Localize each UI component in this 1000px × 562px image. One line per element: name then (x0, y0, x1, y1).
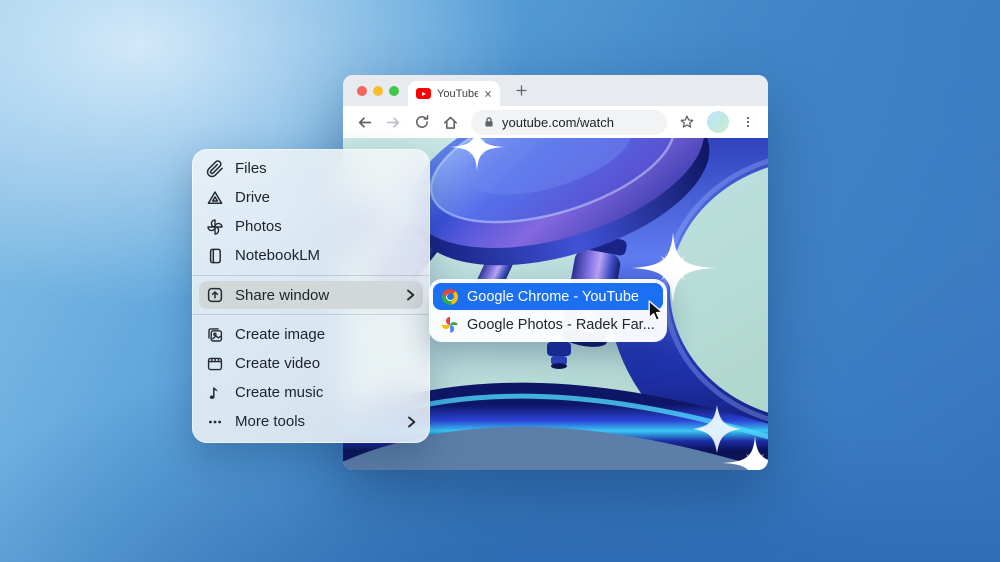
menu-item-label: Share window (235, 287, 329, 304)
menu-item-photos[interactable]: Photos (192, 212, 430, 241)
notebook-icon (205, 246, 224, 265)
menu-item-drive[interactable]: Drive (192, 183, 430, 212)
chevron-right-icon (405, 288, 415, 302)
fullscreen-window-button[interactable] (389, 86, 399, 96)
menu-item-label: Photos (235, 218, 282, 235)
menu-divider (192, 314, 430, 315)
submenu-item-label: Google Chrome - YouTube (467, 289, 639, 305)
bookmark-star-icon[interactable] (679, 114, 695, 130)
menu-item-label: Create video (235, 355, 320, 372)
create-image-icon (205, 325, 224, 344)
menu-item-files[interactable]: Files (192, 154, 430, 183)
menu-item-notebooklm[interactable]: NotebookLM (192, 241, 430, 270)
url-text: youtube.com/watch (502, 115, 614, 130)
tab-title: YouTube (437, 88, 478, 100)
more-tools-icon (205, 412, 224, 431)
menu-divider (192, 275, 430, 276)
paperclip-icon (205, 159, 224, 178)
menu-item-create-video[interactable]: Create video (192, 349, 430, 378)
menu-item-create-image[interactable]: Create image (192, 320, 430, 349)
address-bar[interactable]: youtube.com/watch (471, 110, 667, 135)
chevron-right-icon (406, 415, 416, 429)
create-video-icon (205, 354, 224, 373)
tab-close-icon[interactable] (484, 90, 492, 98)
lock-icon (483, 116, 495, 128)
context-menu: Files Drive Photos NotebookLM Shar (192, 149, 430, 443)
menu-item-label: Create image (235, 326, 325, 343)
profile-avatar[interactable] (707, 111, 729, 133)
menu-item-label: Drive (235, 189, 270, 206)
share-window-submenu: Google Chrome - YouTube Google Photos - … (429, 279, 667, 342)
menu-item-label: Create music (235, 384, 323, 401)
drive-icon (205, 188, 224, 207)
new-tab-button[interactable] (515, 84, 528, 97)
submenu-item-chrome-youtube[interactable]: Google Chrome - YouTube (433, 283, 663, 310)
music-note-icon (205, 383, 224, 402)
close-window-button[interactable] (357, 86, 367, 96)
window-controls (357, 86, 399, 96)
photos-pinwheel-icon (205, 217, 224, 236)
google-photos-icon (442, 317, 458, 333)
menu-item-create-music[interactable]: Create music (192, 378, 430, 407)
menu-item-label: Files (235, 160, 267, 177)
tab-youtube[interactable]: YouTube (408, 81, 500, 106)
minimize-window-button[interactable] (373, 86, 383, 96)
browser-toolbar: youtube.com/watch (343, 106, 768, 138)
home-icon[interactable] (442, 114, 459, 131)
menu-item-more-tools[interactable]: More tools (192, 407, 430, 436)
menu-item-label: More tools (235, 413, 305, 430)
youtube-favicon (416, 88, 431, 99)
reload-icon[interactable] (414, 114, 430, 130)
submenu-item-google-photos[interactable]: Google Photos - Radek Far... (433, 311, 663, 338)
desktop-background: YouTube (0, 0, 1000, 562)
menu-item-share-window[interactable]: Share window (199, 281, 423, 309)
tab-strip: YouTube (343, 75, 768, 106)
submenu-item-label: Google Photos - Radek Far... (467, 317, 654, 333)
back-icon[interactable] (356, 114, 373, 131)
forward-icon[interactable] (385, 114, 402, 131)
share-window-icon (205, 286, 224, 305)
kebab-menu-icon[interactable] (741, 114, 755, 130)
mouse-cursor (648, 300, 665, 323)
menu-item-label: NotebookLM (235, 247, 320, 264)
chrome-icon (442, 289, 458, 305)
